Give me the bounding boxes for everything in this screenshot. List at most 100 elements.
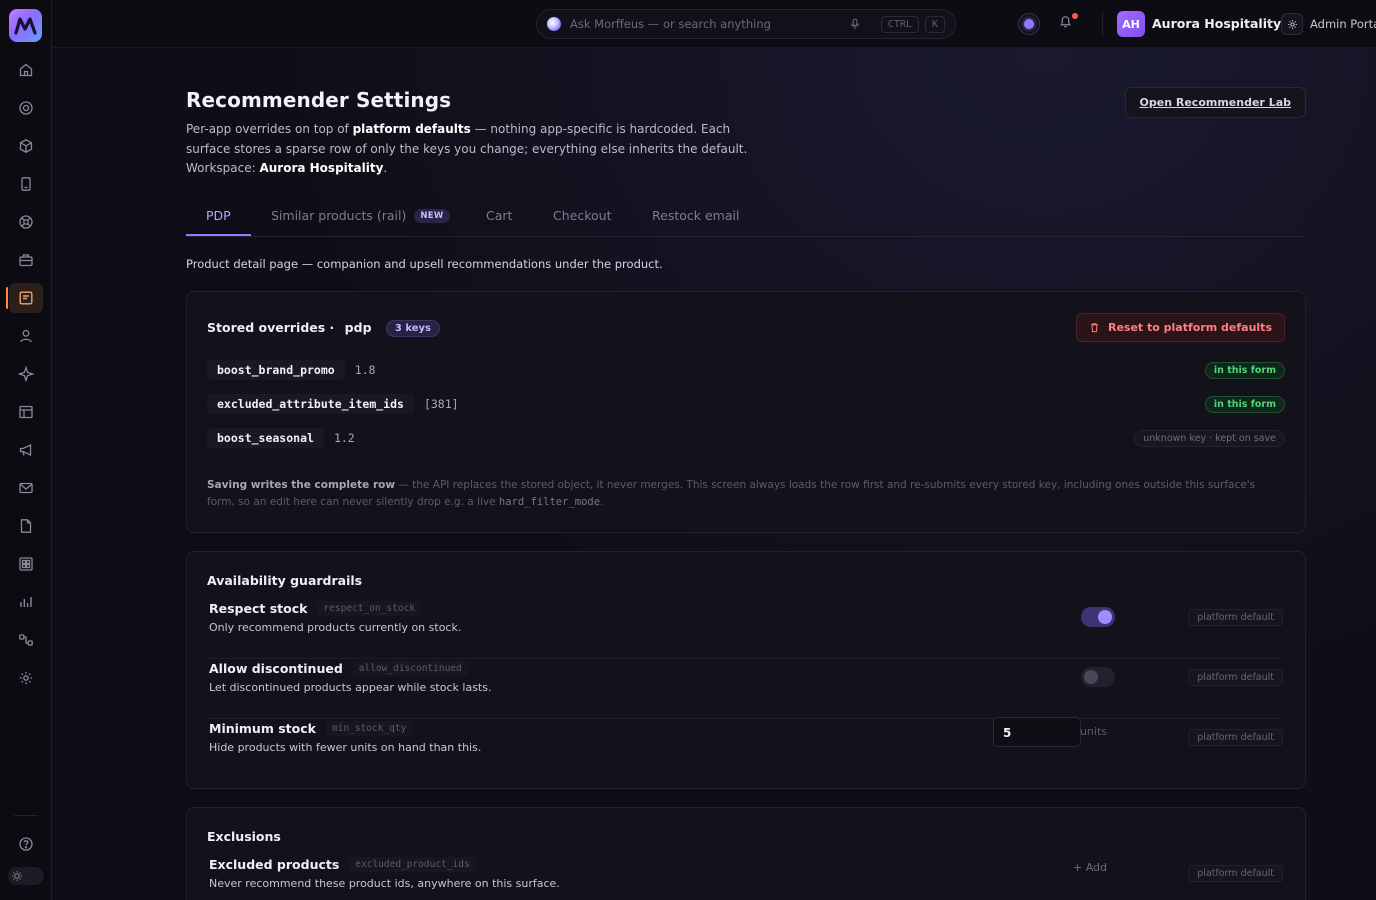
globe-icon[interactable] [13,209,39,235]
tab-similar-products[interactable]: Similar products (rail) NEW [271,208,450,223]
assistant-orb-icon [547,17,561,31]
minimum-stock-input[interactable]: 5 [993,717,1081,747]
overrides-title: Stored overrides · pdp 3 keys [207,320,440,337]
setting-label: Excluded products excluded_product_ids [209,857,476,872]
surface-tabs: PDP Similar products (rail) NEW Cart Chec… [186,198,1306,237]
home-icon[interactable] [13,57,39,83]
tab-restock-email[interactable]: Restock email [652,208,739,223]
tab-label: PDP [206,208,231,223]
overrides-title-text: Stored overrides · [207,320,335,335]
main-content: Recommender Settings Per-app overrides o… [52,48,1376,900]
tab-cart[interactable]: Cart [486,208,512,223]
setting-label-text: Minimum stock [209,721,316,736]
tab-label: Checkout [553,208,612,223]
search-bar[interactable]: Ask Morffeus — or search anything CTRL K [536,9,956,39]
app-logo[interactable] [9,9,42,42]
add-excluded-product-button[interactable]: + Add [1073,861,1107,874]
trash-icon [1091,323,1098,333]
setting-label-text: Allow discontinued [209,661,343,676]
portal-icon[interactable] [1281,13,1303,35]
setting-label: Minimum stock min_stock_qty [209,721,413,736]
setting-row-allow-discontinued: Allow discontinued allow_discontinued Let… [209,661,1283,719]
recommender-icon[interactable] [9,283,43,313]
setting-key-chip: allow_discontinued [352,661,468,676]
reset-button-label: Reset to platform defaults [1107,321,1272,334]
document-icon[interactable] [13,513,39,539]
setting-row-excluded-products: Excluded products excluded_product_ids Ne… [209,857,1283,900]
override-row: boost_seasonal 1.2 unknown key · kept on… [207,425,1285,451]
bar-chart-icon[interactable] [13,589,39,615]
stored-overrides-card: Stored overrides · pdp 3 keys Reset to p… [186,291,1306,533]
device-icon[interactable] [13,171,39,197]
tab-pdp[interactable]: PDP [206,208,231,223]
exclusions-card: Exclusions Excluded products excluded_pro… [186,807,1306,900]
availability-guardrails-card: Availability guardrails Respect stock res… [186,551,1306,789]
override-value: 1.2 [333,431,355,445]
mail-icon[interactable] [13,475,39,501]
note-emphasis: Saving writes the complete row [207,479,396,491]
workspace-avatar[interactable]: AH [1117,11,1145,37]
target-icon[interactable] [13,95,39,121]
override-key: boost_seasonal [207,428,324,448]
override-key: excluded_attribute_item_ids [207,394,414,414]
platform-defaults-emphasis: platform defaults [352,122,471,136]
platform-default-badge: platform default [1188,729,1283,746]
bell-icon[interactable] [1058,14,1073,29]
tab-label: Restock email [652,208,740,223]
override-value: 1.8 [354,363,376,377]
override-row: excluded_attribute_item_ids [381] in thi… [207,391,1285,417]
setting-key-chip: excluded_product_ids [349,857,476,872]
topbar-dot-separator: · [1268,17,1272,28]
flow-icon[interactable] [13,627,39,653]
sidebar-active-indicator [6,287,8,309]
setting-label: Respect stock respect_on_stock [209,601,421,616]
assistant-status-icon[interactable] [1018,13,1040,35]
page-description-text: . [383,161,388,175]
setting-description: Hide products with fewer units on hand t… [209,741,482,754]
tab-checkout[interactable]: Checkout [553,208,611,223]
settings-icon[interactable] [13,665,39,691]
reset-to-defaults-button[interactable]: Reset to platform defaults [1075,313,1285,342]
shortcut-k: K [924,15,945,33]
allow-discontinued-toggle[interactable] [1081,667,1115,687]
box-icon[interactable] [13,133,39,159]
table-icon[interactable] [13,399,39,425]
search-input[interactable]: Ask Morffeus — or search anything [570,17,849,31]
surface-name: pdp [344,320,372,335]
active-tab-underline [186,234,251,236]
grid-icon[interactable] [13,551,39,577]
theme-toggle[interactable] [8,867,44,885]
sidebar-divider [14,815,38,816]
sparkle-icon[interactable] [13,361,39,387]
setting-key-chip: min_stock_qty [325,721,413,736]
sidebar [0,0,52,900]
setting-description: Let discontinued products appear while s… [209,681,492,694]
platform-default-badge: platform default [1188,669,1283,686]
workspace-name[interactable]: Aurora Hospitality [1152,16,1281,31]
user-icon[interactable] [13,323,39,349]
briefcase-icon[interactable] [13,247,39,273]
override-value: [381] [423,397,459,411]
override-status-badge: in this form [1204,395,1285,413]
page-description-text: Per-app overrides on top of [186,122,353,136]
units-label: units [1079,725,1107,738]
open-recommender-lab-button[interactable]: Open Recommender Lab [1124,87,1306,118]
setting-label: Allow discontinued allow_discontinued [209,661,468,676]
megaphone-icon[interactable] [13,437,39,463]
note-code: hard_filter_mode [498,496,601,508]
microphone-icon[interactable] [849,18,861,30]
surface-description: Product detail page — companion and upse… [186,257,663,271]
setting-label-text: Respect stock [209,601,308,616]
platform-default-badge: platform default [1188,865,1283,882]
setting-label-text: Excluded products [209,857,340,872]
note-text: . [600,496,604,508]
admin-portal-link[interactable]: Admin Portal [1310,17,1376,31]
help-icon[interactable] [13,831,39,857]
sun-icon [12,871,22,881]
page-description: Per-app overrides on top of platform def… [186,120,776,179]
respect-stock-toggle[interactable] [1081,607,1115,627]
keys-count-badge: 3 keys [385,320,440,337]
shortcut-ctrl: CTRL [880,15,919,33]
new-badge: NEW [414,208,450,223]
topbar: Ask Morffeus — or search anything CTRL K… [52,0,1376,48]
